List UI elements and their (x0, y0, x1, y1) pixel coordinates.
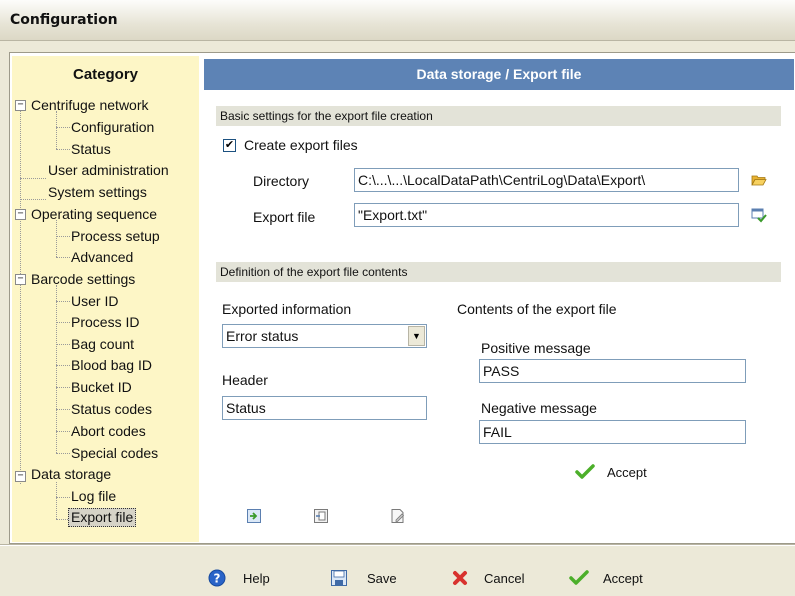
tree-item-system-settings[interactable]: System settings (48, 183, 147, 201)
tree-line (56, 497, 70, 498)
exported-information-value: Error status (226, 328, 299, 344)
help-label: Help (243, 571, 270, 586)
checkmark-icon (575, 464, 595, 479)
tree-line (56, 431, 70, 432)
tree-line (56, 301, 70, 302)
tree-item-special-codes[interactable]: Special codes (71, 444, 158, 462)
tree-item-bag-count[interactable]: Bag count (71, 335, 134, 353)
tree-line (56, 127, 70, 128)
negative-message-field[interactable]: FAIL (479, 420, 746, 444)
window-title: Configuration (10, 12, 118, 28)
tree-line (56, 111, 57, 149)
category-heading: Category (72, 66, 139, 83)
header-field[interactable]: Status (222, 396, 427, 420)
header-label: Header (222, 372, 268, 388)
tree-item-user-administration[interactable]: User administration (48, 161, 169, 179)
cancel-x-icon (453, 571, 467, 585)
basic-settings-section: Basic settings for the export file creat… (216, 106, 781, 126)
footer-separator-highlight (0, 545, 795, 546)
help-button[interactable]: ? Help (208, 569, 278, 589)
tree-item-blood-bag-id[interactable]: Blood bag ID (71, 356, 152, 374)
export-icon[interactable] (313, 508, 329, 524)
tree-line (56, 322, 70, 323)
edit-document-icon[interactable] (390, 508, 406, 524)
tree-line (20, 199, 46, 200)
tree-line (56, 344, 70, 345)
tree-line (56, 453, 70, 454)
cancel-label: Cancel (484, 571, 525, 586)
collapse-data-storage-icon[interactable]: − (15, 471, 26, 482)
export-file-field[interactable]: "Export.txt" (354, 203, 739, 227)
accept-label: Accept (603, 571, 643, 586)
tree-line (56, 285, 57, 453)
exported-information-label: Exported information (222, 301, 352, 317)
panel-title: Data storage / Export file (204, 59, 794, 90)
tree-item-export-file[interactable]: Export file (68, 508, 137, 527)
cancel-button[interactable]: Cancel (451, 569, 531, 589)
chevron-down-icon[interactable]: ▼ (408, 326, 425, 346)
tree-item-process-id[interactable]: Process ID (71, 313, 139, 331)
save-disk-icon (331, 570, 347, 586)
create-export-files-label: Create export files (244, 137, 358, 153)
tree-line (56, 236, 70, 237)
category-sidebar: Category − − − − Centrifuge network Conf… (12, 56, 199, 542)
configuration-window: Configuration Category − − − − Centrifug… (0, 0, 795, 596)
tree-item-process-setup[interactable]: Process setup (71, 227, 160, 245)
tree-item-status-codes[interactable]: Status codes (71, 400, 152, 418)
positive-message-field[interactable]: PASS (479, 359, 746, 383)
tree-item-log-file[interactable]: Log file (71, 487, 116, 505)
tree-item-abort-codes[interactable]: Abort codes (71, 422, 146, 440)
tree-line (56, 482, 57, 519)
create-export-files-checkbox[interactable]: ✔ (223, 139, 236, 152)
tree-line (56, 257, 70, 258)
collapse-operating-sequence-icon[interactable]: − (15, 209, 26, 220)
export-file-label: Export file (253, 209, 316, 225)
accept-button[interactable]: Accept (569, 569, 654, 589)
tree-line (56, 409, 70, 410)
directory-field[interactable]: C:\...\...\LocalDataPath\CentriLog\Data\… (354, 168, 739, 192)
tree-item-bucket-id[interactable]: Bucket ID (71, 378, 132, 396)
folder-open-icon[interactable] (751, 172, 767, 188)
exported-information-select[interactable]: Error status ▼ (222, 324, 427, 348)
contents-accept-button[interactable]: Accept (575, 462, 655, 484)
tree-line (56, 149, 70, 150)
tree-line (56, 365, 70, 366)
positive-message-label: Positive message (481, 340, 591, 356)
contents-accept-label: Accept (607, 465, 647, 480)
tree-item-configuration[interactable]: Configuration (71, 118, 154, 136)
tree-item-status[interactable]: Status (71, 140, 111, 158)
accept-checkmark-icon (569, 570, 589, 585)
tree-item-barcode-settings[interactable]: Barcode settings (31, 270, 135, 288)
tree-line (56, 220, 57, 257)
help-icon: ? (208, 569, 226, 587)
tree-item-centrifuge-network[interactable]: Centrifuge network (31, 96, 149, 114)
negative-message-label: Negative message (481, 400, 597, 416)
tree-item-data-storage[interactable]: Data storage (31, 465, 111, 483)
directory-label: Directory (253, 173, 310, 189)
collapse-barcode-settings-icon[interactable]: − (15, 274, 26, 285)
import-icon[interactable] (246, 508, 262, 524)
contents-section: Definition of the export file contents (216, 262, 781, 282)
export-contents-label: Contents of the export file (457, 301, 617, 317)
save-button[interactable]: Save (330, 569, 405, 589)
file-check-icon[interactable] (751, 207, 767, 223)
tree-item-advanced[interactable]: Advanced (71, 248, 133, 266)
title-bar: Configuration (0, 0, 795, 41)
svg-text:?: ? (214, 572, 221, 586)
tree-item-operating-sequence[interactable]: Operating sequence (31, 205, 157, 223)
save-label: Save (367, 571, 397, 586)
tree-line (20, 178, 46, 179)
tree-line (56, 387, 70, 388)
tree-item-user-id[interactable]: User ID (71, 292, 118, 310)
tree-line (20, 104, 21, 484)
collapse-centrifuge-network-icon[interactable]: − (15, 100, 26, 111)
